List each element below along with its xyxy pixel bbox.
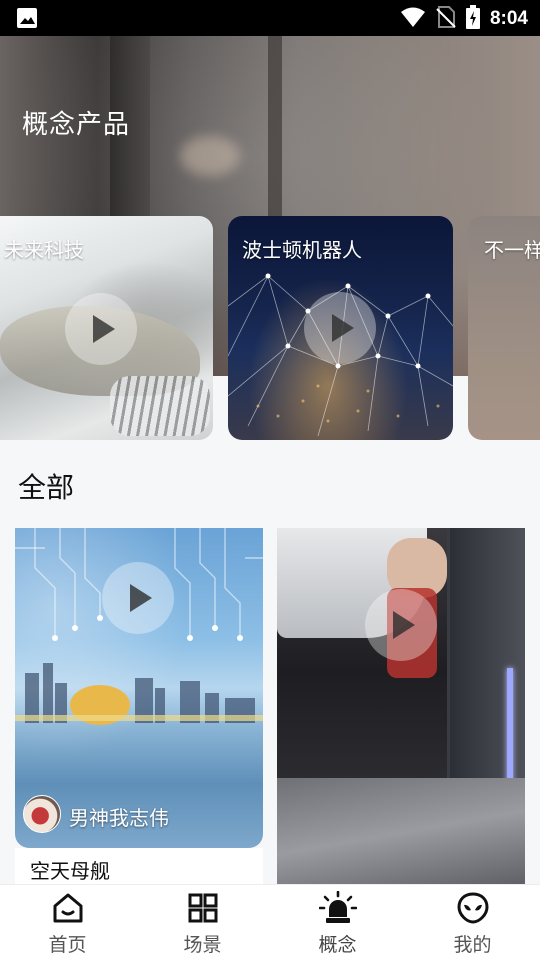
app-screen: 8:04 概念产品 未来科技 波士顿机器人 不一样 全部 男神我志伟 空天母舰 … — [0, 0, 540, 960]
battery-charging-icon — [465, 5, 480, 33]
wifi-icon — [400, 6, 426, 32]
play-icon[interactable] — [304, 292, 376, 364]
author-name[interactable]: 男神我志伟 — [69, 802, 169, 831]
video-card[interactable] — [277, 528, 525, 888]
home-icon — [53, 893, 82, 923]
carousel-card-boston-robot[interactable]: 波士顿机器人 — [228, 216, 453, 440]
carousel-card-different[interactable]: 不一样 — [468, 216, 540, 440]
page-title: 概念产品 — [22, 110, 131, 140]
carousel-card-label: 未来科技 — [4, 238, 84, 262]
tab-label: 概念 — [318, 934, 357, 956]
bottom-tab-bar: 首页 场景 概念 我的 — [0, 884, 540, 960]
grid-icon — [188, 893, 217, 923]
carousel-card-label: 波士顿机器人 — [242, 238, 362, 262]
status-bar: 8:04 — [0, 0, 540, 36]
carousel-card-label: 不一样 — [484, 238, 540, 262]
no-sim-icon — [436, 6, 456, 32]
video-title-bar[interactable]: 空天母舰 — [15, 848, 263, 888]
video-card[interactable]: 男神我志伟 — [15, 528, 263, 848]
video-title: 空天母舰 — [30, 859, 110, 883]
tab-label: 场景 — [183, 934, 222, 956]
tab-label: 我的 — [453, 934, 492, 956]
play-icon[interactable] — [365, 589, 437, 661]
tab-concept[interactable]: 概念 — [270, 885, 405, 960]
avatar[interactable] — [23, 795, 61, 833]
tab-mine[interactable]: 我的 — [405, 885, 540, 960]
play-icon[interactable] — [65, 293, 137, 365]
tab-scene[interactable]: 场景 — [135, 885, 270, 960]
carousel-card-future-tech[interactable]: 未来科技 — [0, 216, 213, 440]
clock: 8:04 — [489, 8, 528, 29]
tab-home[interactable]: 首页 — [0, 885, 135, 960]
section-title: 全部 — [18, 471, 75, 504]
alien-icon — [456, 892, 489, 924]
play-icon[interactable] — [102, 562, 174, 634]
image-icon — [16, 7, 38, 33]
tab-label: 首页 — [48, 934, 87, 956]
bulb-icon — [318, 891, 357, 923]
